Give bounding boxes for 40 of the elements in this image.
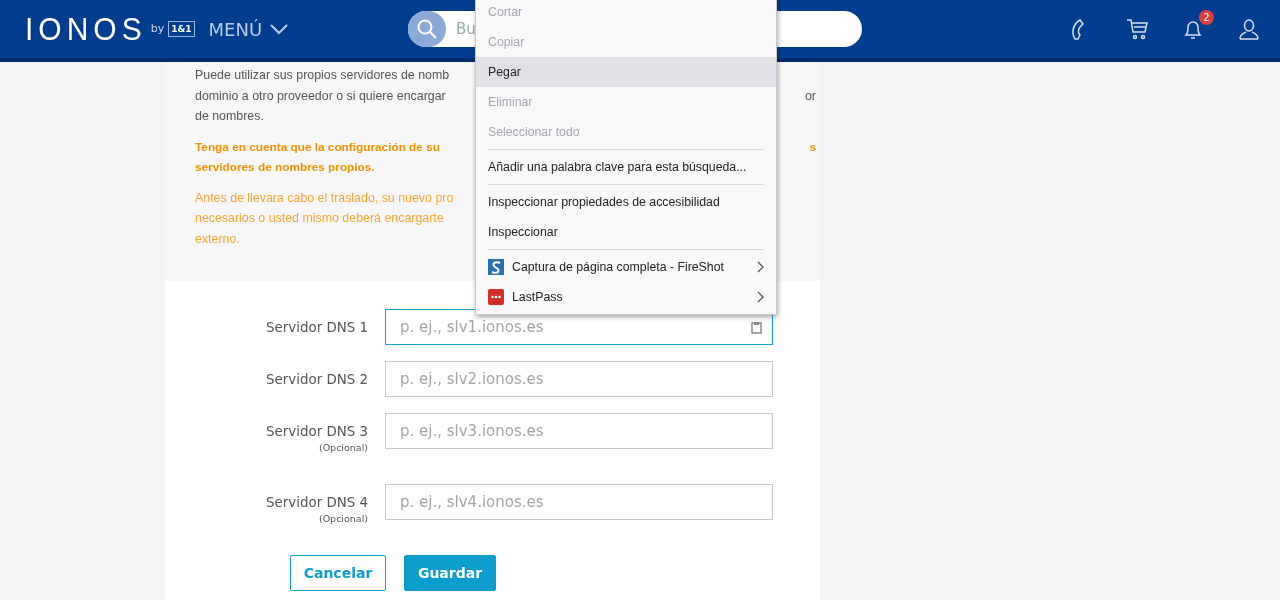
field-label: Servidor DNS 3 xyxy=(266,424,368,439)
menu-item[interactable]: Pegar xyxy=(476,57,776,87)
menu-button[interactable]: MENÚ xyxy=(208,15,289,43)
optional-note: (Opcional) xyxy=(317,442,368,455)
chevron-right-icon xyxy=(757,261,764,273)
logo-badge: 1&1 xyxy=(168,21,195,37)
input-field[interactable]: p. ej., slv4.ionos.es xyxy=(385,484,773,521)
menu-item[interactable]: Captura de página completa - FireShot xyxy=(476,252,776,282)
text-line: de nombres. xyxy=(195,108,264,125)
search-icon[interactable] xyxy=(408,11,446,47)
text-fragment: or xyxy=(804,87,816,105)
dots-icon xyxy=(488,289,504,305)
s-logo-icon xyxy=(488,259,504,275)
field-label: Servidor DNS 4 xyxy=(266,495,368,511)
bell-icon[interactable] xyxy=(1182,18,1204,40)
text-line: Puede utilizar sus propios servidores de nomb xyxy=(195,67,450,84)
text-line: Tenga en cuenta que la configuración de su xyxy=(195,138,440,156)
user-icon[interactable] xyxy=(1238,18,1260,40)
menu-item[interactable]: Añadir una palabra clave para esta búsqueda... xyxy=(476,152,776,182)
menu-item[interactable]: Inspeccionar propiedades de accesibilidad xyxy=(476,187,776,217)
menu-item[interactable]: LastPass xyxy=(476,282,776,312)
clipboard-icon[interactable] xyxy=(751,321,762,334)
input-field[interactable]: p. ej., slv3.ionos.es xyxy=(385,413,773,449)
text-line: necesarios o usted mismo deberá encargarte xyxy=(195,210,444,227)
text-fragment: s xyxy=(809,138,816,156)
text-line: Antes de llevara cabo el traslado, su nuevo pro xyxy=(195,189,454,207)
chevron-right-icon xyxy=(757,291,764,303)
text-line: dominio a otro proveedor o si quiere encargar xyxy=(195,87,446,105)
text-line: servidores de nombres propios. xyxy=(195,159,375,176)
cart-icon[interactable] xyxy=(1126,18,1148,40)
field-label: Servidor DNS 1 xyxy=(266,320,368,335)
notification-badge: 2 xyxy=(1199,10,1214,25)
chevron-down-icon xyxy=(270,23,289,35)
optional-note: (Opcional) xyxy=(317,513,368,526)
input-field[interactable]: p. ej., slv2.ionos.es xyxy=(385,361,773,397)
logo[interactable]: IONOS xyxy=(25,13,147,45)
menu-item[interactable]: Inspeccionar xyxy=(476,217,776,247)
logo-by-text: by xyxy=(150,20,165,37)
text-line: externo. xyxy=(195,230,240,248)
field-label: Servidor DNS 2 xyxy=(266,372,368,387)
